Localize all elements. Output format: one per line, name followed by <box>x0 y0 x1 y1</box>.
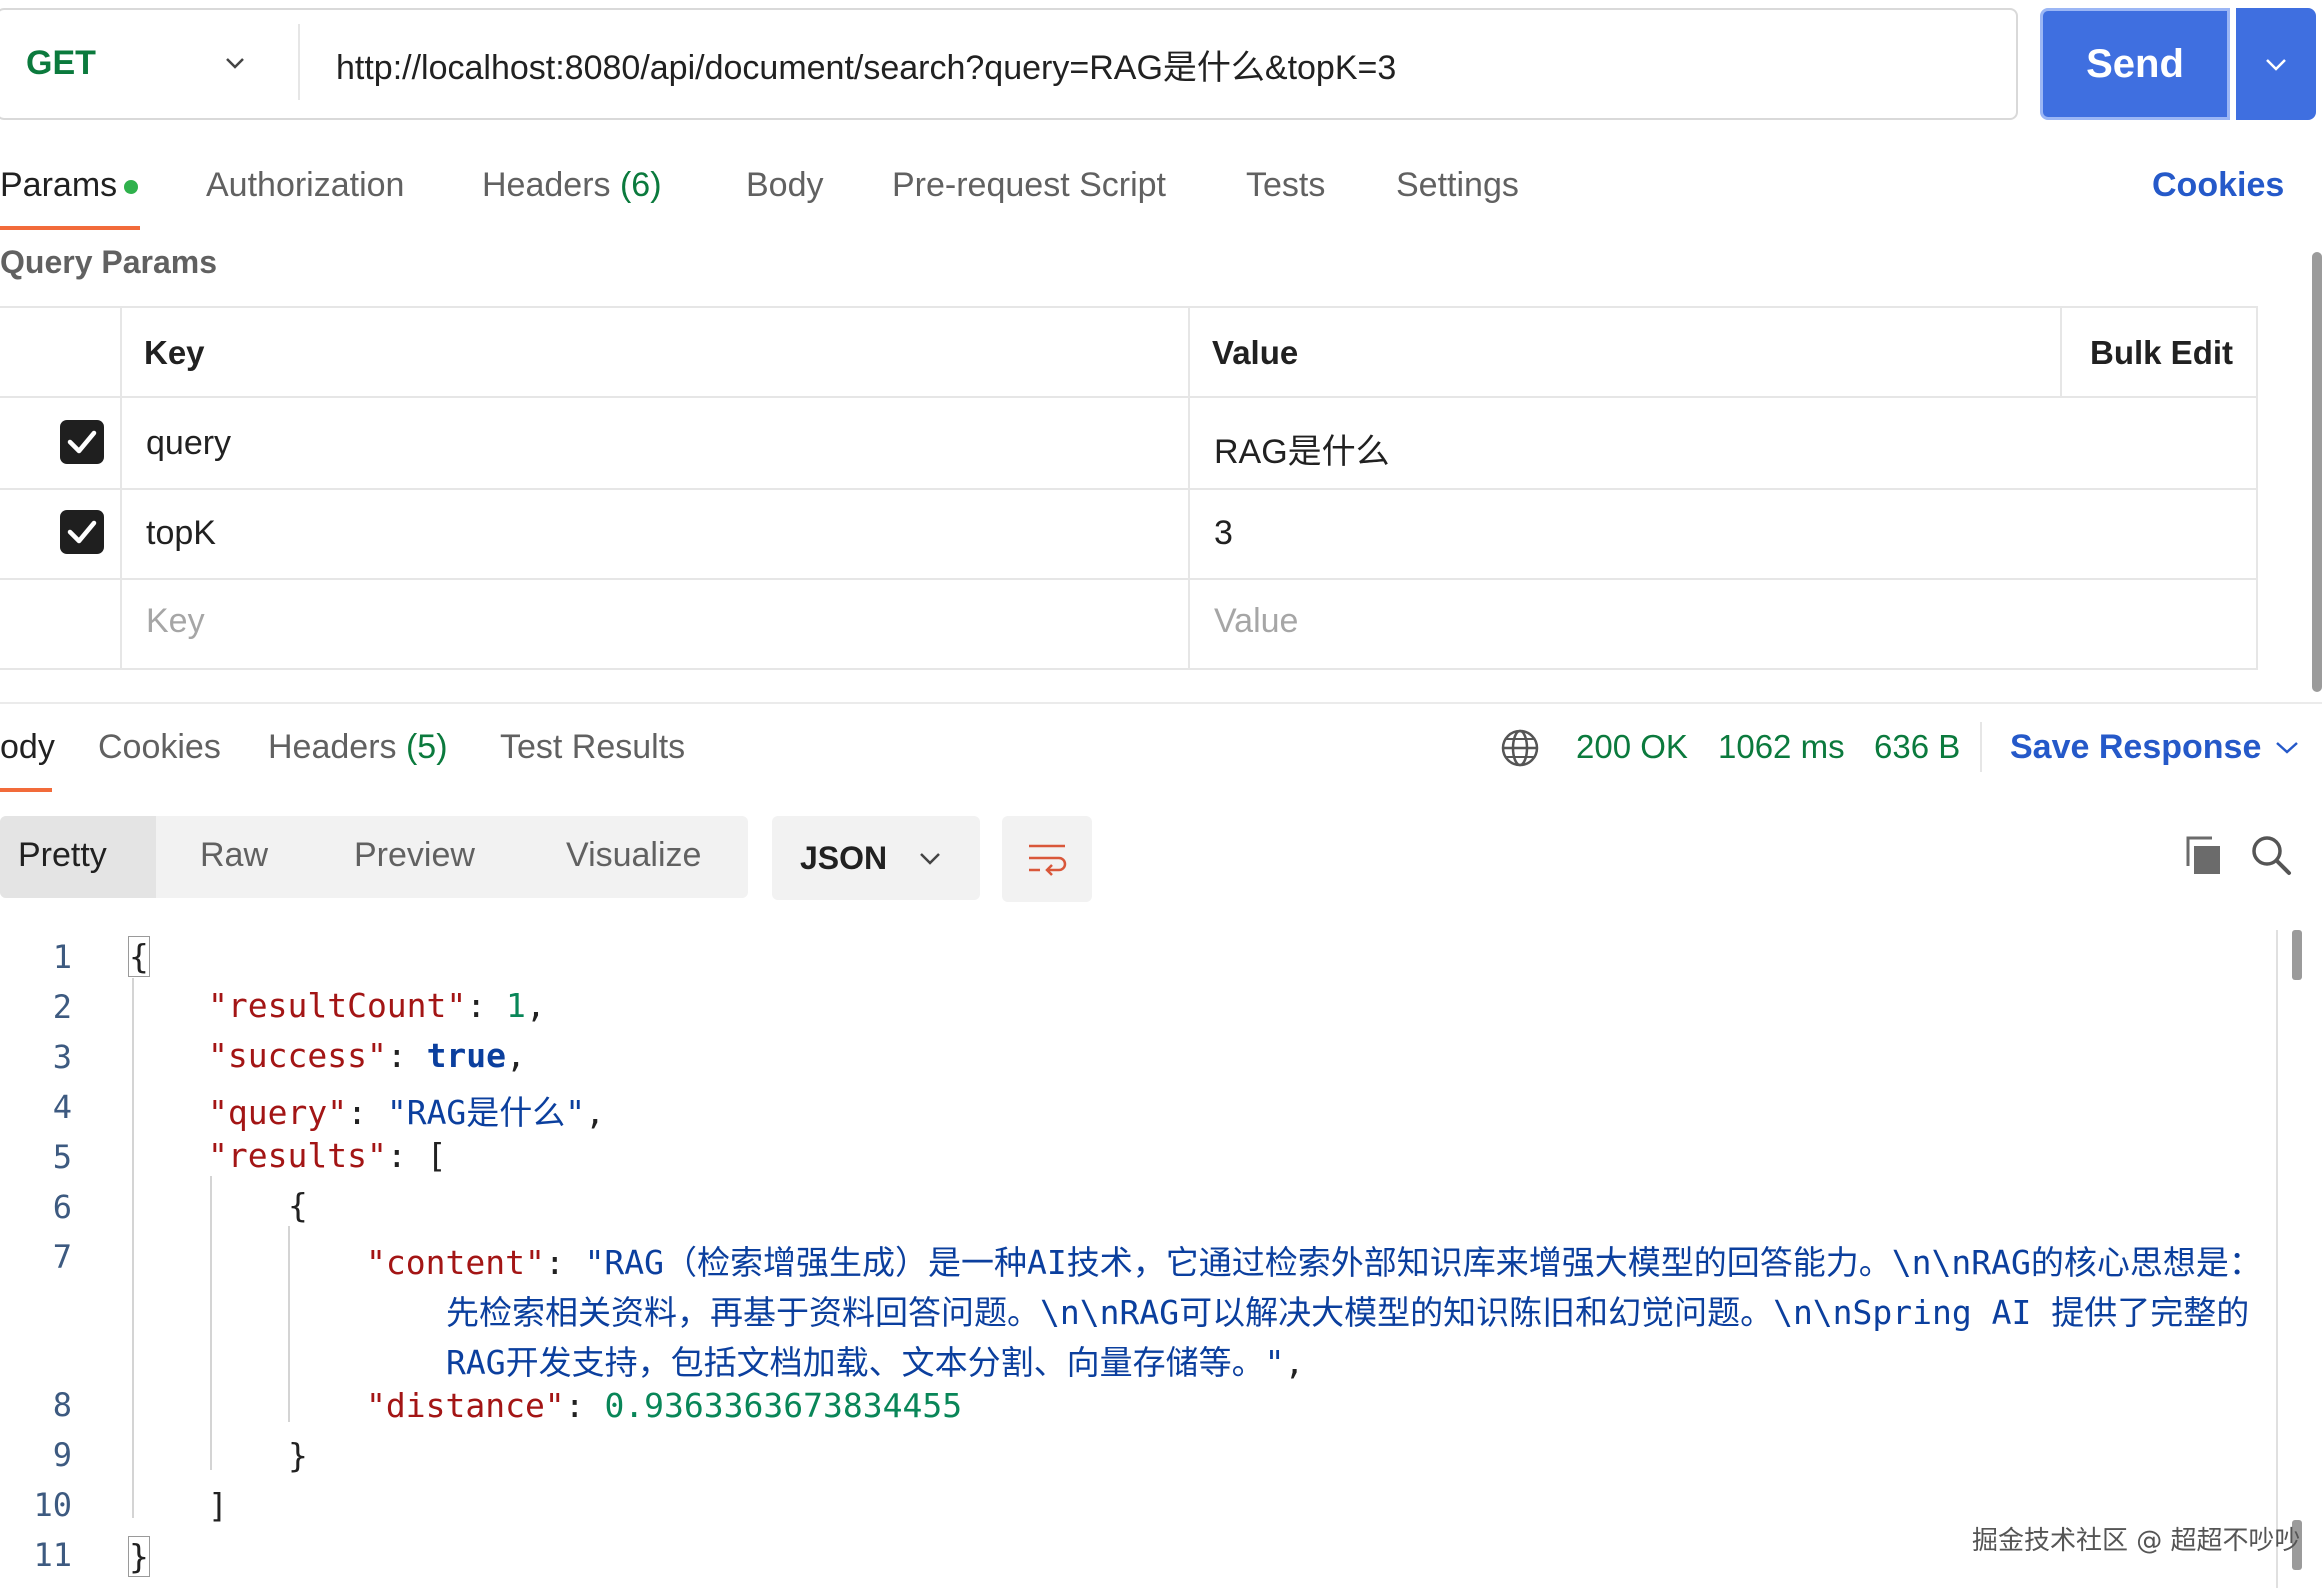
response-tab-headers[interactable]: Headers (5) <box>268 728 448 767</box>
json-line-query[interactable]: "query": "RAG是什么", <box>208 1086 605 1134</box>
tab-headers[interactable]: Headers (6) <box>482 166 662 205</box>
line-number: 8 <box>52 1386 72 1424</box>
send-button[interactable]: Send <box>2040 8 2230 120</box>
json-close-brace[interactable]: } <box>128 1536 150 1577</box>
active-tab-indicator <box>0 226 140 230</box>
column-divider <box>120 308 122 668</box>
json-line-results[interactable]: "results": [ <box>208 1136 446 1175</box>
wrap-lines-button[interactable] <box>1002 816 1092 902</box>
line-number: 10 <box>33 1486 72 1524</box>
chevron-down-icon[interactable] <box>224 52 246 74</box>
tab-pre-request-script[interactable]: Pre-request Script <box>892 166 1166 205</box>
json-content-continuation[interactable]: 先检索相关资料，再基于资料回答问题。\n\nRAG可以解决大模型的知识陈旧和幻觉… <box>446 1286 2249 1334</box>
divider <box>298 24 300 100</box>
json-open-brace[interactable]: { <box>128 936 150 977</box>
editor-scrollbar[interactable] <box>2292 930 2302 980</box>
response-tab-body[interactable]: ody <box>0 728 55 767</box>
wrap-lines-icon <box>1029 844 1067 876</box>
key-column-header: Key <box>144 334 205 371</box>
chevron-down-icon <box>920 853 940 865</box>
view-mode-preview[interactable]: Preview <box>354 836 475 875</box>
save-response-button[interactable]: Save Response <box>2010 728 2261 767</box>
row-divider <box>0 488 2256 490</box>
json-line-content[interactable]: "content": "RAG（检索增强生成）是一种AI技术，它通过检索外部知识… <box>366 1236 2262 1284</box>
query-params-title: Query Params <box>0 244 218 280</box>
view-mode-pretty[interactable]: Pretty <box>18 836 107 875</box>
checkmark-icon <box>67 430 97 454</box>
bulk-edit-button[interactable]: Bulk Edit <box>2090 334 2233 372</box>
indent-guide <box>288 1226 290 1422</box>
params-active-dot <box>124 180 138 194</box>
copy-icon[interactable] <box>2182 834 2224 876</box>
line-number: 4 <box>52 1088 72 1126</box>
main-scrollbar[interactable] <box>2312 252 2322 692</box>
chevron-down-icon <box>2266 59 2286 71</box>
response-tab-test-results[interactable]: Test Results <box>500 728 685 767</box>
line-number: 9 <box>52 1436 72 1474</box>
json-content-continuation-end[interactable]: RAG开发支持，包括文档加载、文本分割、向量存储等。", <box>446 1336 1304 1384</box>
json-close-bracket[interactable]: ] <box>208 1486 228 1525</box>
line-number: 6 <box>52 1188 72 1226</box>
view-mode-raw[interactable]: Raw <box>200 836 268 875</box>
tab-authorization[interactable]: Authorization <box>206 166 404 205</box>
status-code[interactable]: 200 OK <box>1576 728 1688 766</box>
param-value-query[interactable]: RAG是什么 <box>1214 424 1390 473</box>
new-param-key-input[interactable]: Key <box>146 602 205 641</box>
new-param-value-input[interactable]: Value <box>1214 602 1298 641</box>
line-number: 7 <box>52 1238 72 1276</box>
value-column-header: Value <box>1212 334 1299 371</box>
tab-params[interactable]: Params <box>0 166 117 205</box>
send-options-button[interactable] <box>2236 8 2316 120</box>
param-value-topk[interactable]: 3 <box>1214 514 1233 553</box>
line-number: 1 <box>52 938 72 976</box>
tab-tests[interactable]: Tests <box>1246 166 1325 205</box>
format-select-label: JSON <box>800 840 888 876</box>
indent-guide <box>132 978 134 1518</box>
param-key-query[interactable]: query <box>146 424 231 463</box>
search-icon[interactable] <box>2250 834 2292 876</box>
param-key-topk[interactable]: topK <box>146 514 216 553</box>
line-number: 3 <box>52 1038 72 1076</box>
divider <box>1980 722 1982 772</box>
method-select[interactable]: GET <box>26 44 96 83</box>
json-line-distance[interactable]: "distance": 0.9363363673834455 <box>366 1386 962 1425</box>
response-time[interactable]: 1062 ms <box>1718 728 1845 766</box>
json-object-open-brace[interactable]: { <box>288 1186 308 1225</box>
json-line-resultcount[interactable]: "resultCount": 1, <box>208 986 546 1025</box>
param-checkbox-query[interactable] <box>60 420 104 464</box>
json-object-close-brace[interactable]: } <box>288 1436 308 1475</box>
response-size[interactable]: 636 B <box>1874 728 1960 766</box>
response-tab-cookies[interactable]: Cookies <box>98 728 221 767</box>
column-divider <box>1188 308 1190 668</box>
line-number: 11 <box>33 1536 72 1574</box>
cookies-link[interactable]: Cookies <box>2152 166 2284 205</box>
editor-scroll-track <box>2276 930 2278 1588</box>
watermark: 掘金技术社区 @ 超超不吵吵 <box>1972 1526 2301 1556</box>
url-input[interactable]: http://localhost:8080/api/document/searc… <box>336 40 1396 89</box>
globe-icon[interactable] <box>1500 728 1540 768</box>
checkmark-icon <box>67 520 97 544</box>
view-mode-visualize[interactable]: Visualize <box>566 836 701 875</box>
chevron-down-icon[interactable] <box>2274 736 2300 758</box>
column-divider <box>2060 308 2062 396</box>
line-number: 5 <box>52 1138 72 1176</box>
line-number: 2 <box>52 988 72 1026</box>
tab-settings[interactable]: Settings <box>1396 166 1519 205</box>
row-divider <box>0 396 2256 398</box>
active-tab-indicator <box>0 788 52 792</box>
section-divider <box>0 702 2322 704</box>
json-line-success[interactable]: "success": true, <box>208 1036 526 1075</box>
indent-guide <box>210 1176 212 1470</box>
tab-body[interactable]: Body <box>746 166 824 205</box>
param-checkbox-topk[interactable] <box>60 510 104 554</box>
row-divider <box>0 578 2256 580</box>
